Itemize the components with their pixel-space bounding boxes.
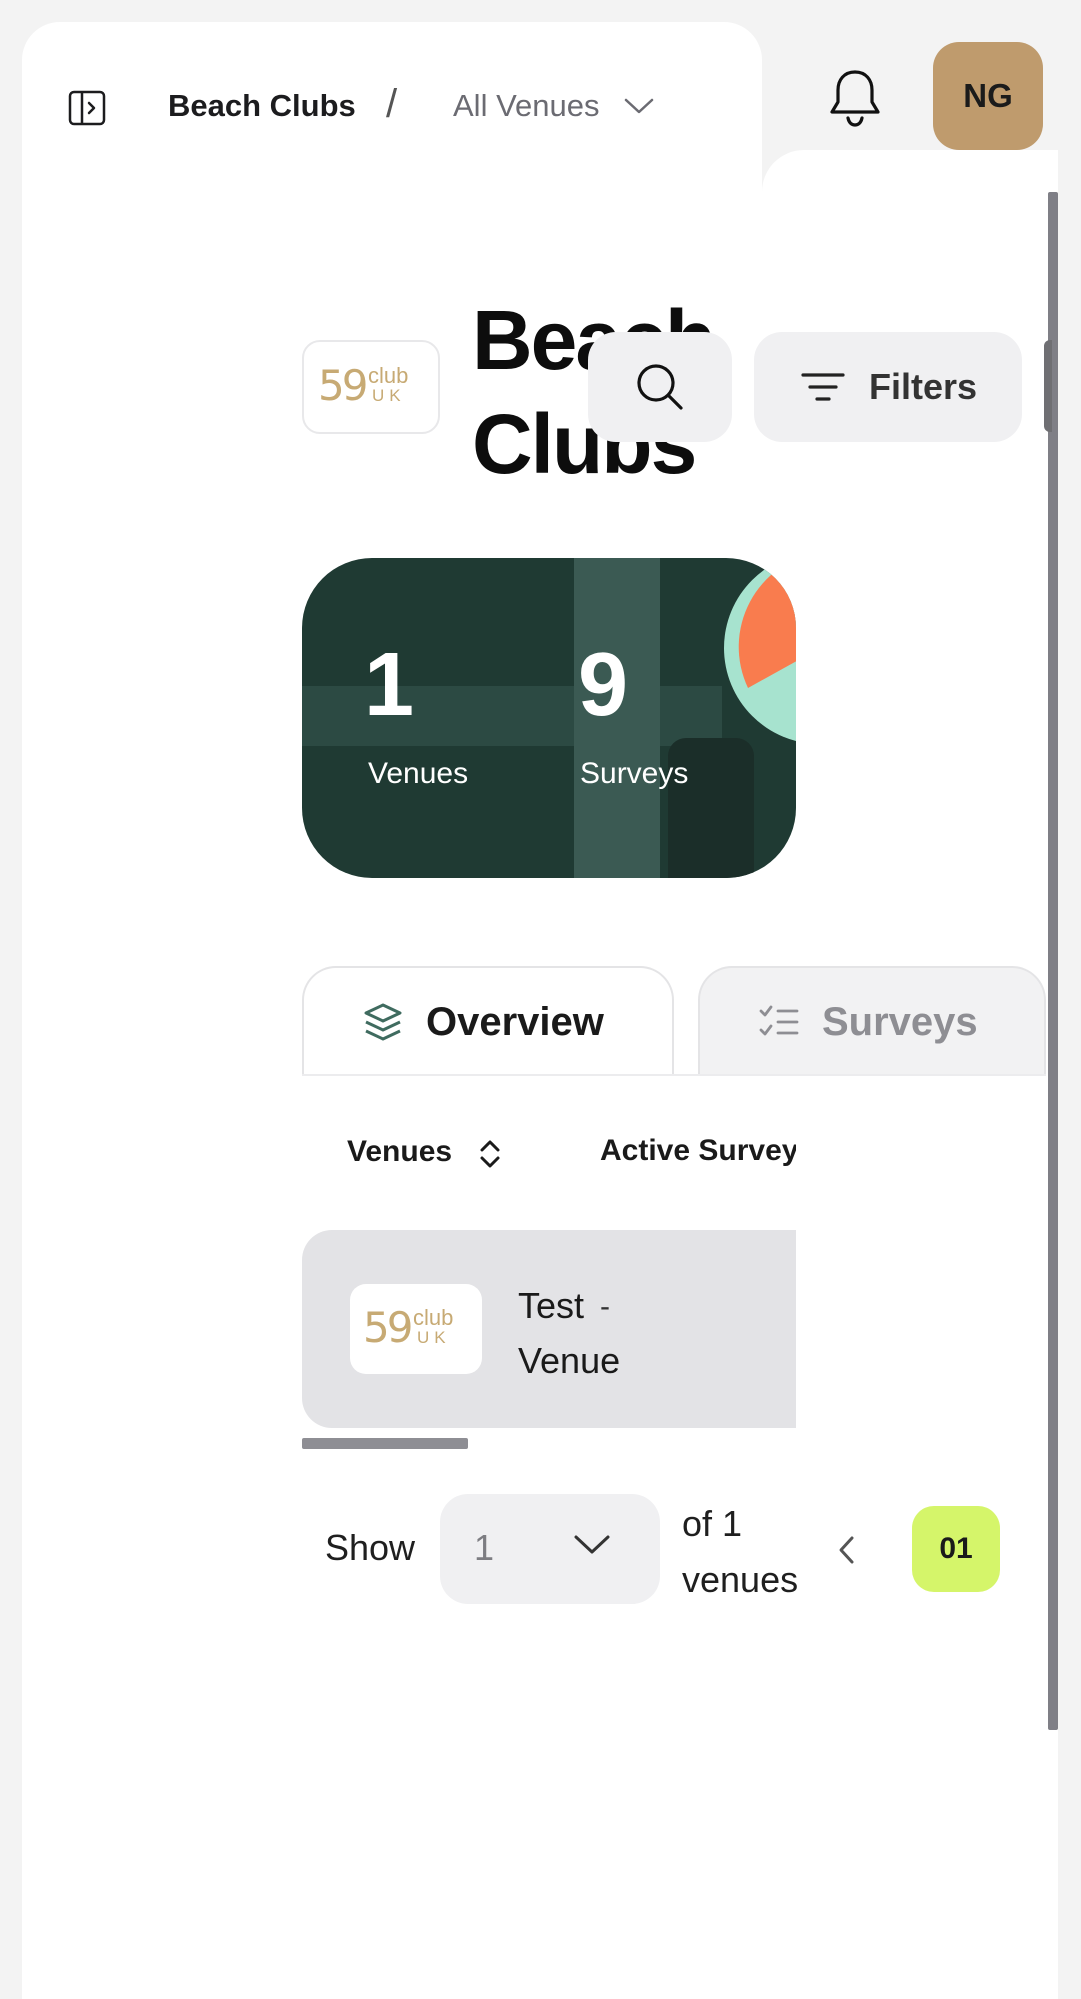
pagination-summary: of 1 venues (682, 1503, 799, 1600)
tab-surveys[interactable]: Surveys (698, 966, 1046, 1076)
venue-name[interactable]: Test Venue (518, 1278, 638, 1388)
filters-button[interactable]: Filters (754, 332, 1022, 442)
column-header-active-surveys-label: Active Surveys (600, 1134, 796, 1167)
tabs-divider (302, 1074, 1046, 1076)
tab-overview-label: Overview (426, 999, 604, 1044)
venue-logo: 59 club UK (350, 1284, 482, 1374)
notifications-bell-icon[interactable] (826, 66, 884, 128)
layers-icon (364, 1003, 402, 1041)
stat-venues-label: Venues (368, 757, 469, 790)
overflow-button-edge[interactable] (1044, 340, 1052, 432)
filter-icon (801, 373, 845, 401)
per-page-select[interactable]: 1 (440, 1494, 660, 1604)
column-header-venues-label: Venues (347, 1135, 453, 1168)
stat-surveys-label: Surveys (580, 757, 689, 790)
show-label: Show (325, 1527, 416, 1568)
59club-logo-icon: 59 club UK (363, 1303, 454, 1352)
breadcrumb-separator: / (386, 82, 398, 126)
sidebar-toggle-icon[interactable] (68, 88, 108, 128)
search-icon (637, 364, 683, 410)
panel-corner (762, 150, 1058, 192)
filters-label: Filters (868, 366, 978, 407)
search-button[interactable] (588, 332, 732, 442)
chevron-down-icon (574, 1535, 610, 1554)
previous-page-button[interactable] (832, 1530, 862, 1570)
table-horizontal-scrollbar[interactable] (302, 1438, 468, 1449)
sort-icon (480, 1140, 500, 1168)
stat-venues-value: 1 (364, 635, 415, 735)
stat-surveys-value: 9 (578, 635, 629, 735)
stats-card: 1 Venues 9 Surveys (302, 558, 796, 878)
checklist-icon (759, 1005, 799, 1036)
table-row[interactable]: 59 club UK Test Venue - (302, 1230, 796, 1428)
chevron-left-icon (839, 1536, 854, 1564)
59club-logo-icon: 59 club UK (318, 361, 409, 410)
column-header-active-surveys[interactable]: Active Surveys (600, 1128, 796, 1178)
current-page-button[interactable]: 01 (912, 1506, 1000, 1592)
venue-selector[interactable]: All Venues (453, 88, 654, 124)
surveys-pie-chart (724, 558, 796, 741)
tab-surveys-label: Surveys (822, 999, 978, 1044)
chevron-down-icon (624, 98, 654, 114)
tab-overview[interactable]: Overview (302, 966, 674, 1076)
column-header-venues[interactable]: Venues (347, 1134, 500, 1170)
per-page-value: 1 (474, 1527, 495, 1568)
group-logo: 59 club UK (302, 340, 440, 434)
breadcrumb-current[interactable]: Beach Clubs (168, 88, 356, 124)
venue-selector-label: All Venues (453, 88, 600, 123)
user-avatar[interactable]: NG (933, 42, 1043, 150)
active-surveys-value: - (600, 1290, 610, 1323)
